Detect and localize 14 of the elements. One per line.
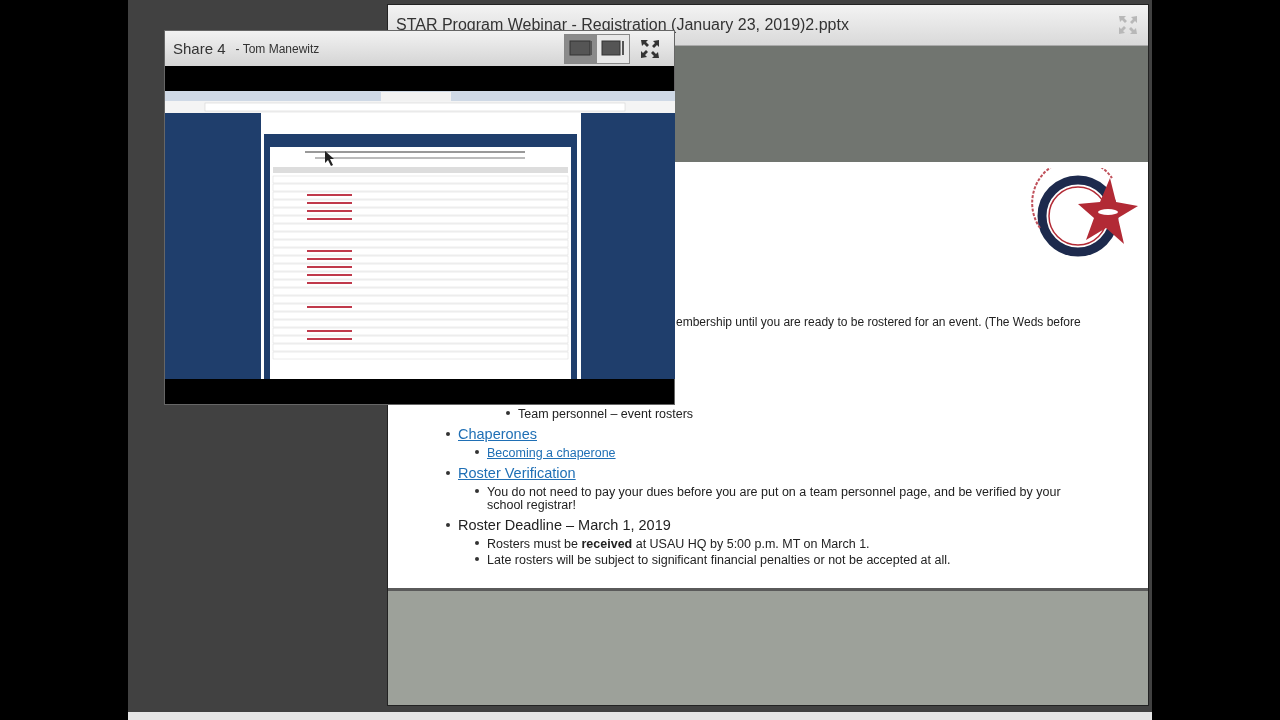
slide-link[interactable]: Chaperones bbox=[458, 425, 537, 444]
slide-text: embership until you are ready to be rostered for an event. (The Weds before bbox=[676, 314, 1082, 330]
fullscreen-icon[interactable] bbox=[640, 38, 660, 59]
slide-text: Rosters must be received at USAU HQ by 5:00 p.m. MT on March 1. bbox=[487, 538, 870, 551]
slide-link[interactable]: Becoming a chaperone bbox=[487, 447, 616, 460]
presenter-name: - Tom Manewitz bbox=[235, 41, 321, 56]
slide-heading: Roster Deadline – March 1, 2019 bbox=[458, 516, 671, 535]
slide-text: Late rosters will be subject to significant financial penalties or not be accepted at all. bbox=[487, 554, 951, 567]
window-title: STAR Program Webinar - Registration (January 23, 2019)2.pptx bbox=[396, 16, 850, 34]
slide-text: You do not need to pay your dues before you are put on a team personnel page, and be verified by your school registrar! bbox=[487, 486, 1062, 512]
slide-text: Team personnel – event rosters bbox=[518, 408, 694, 421]
slide-link[interactable]: Roster Verification bbox=[458, 464, 576, 483]
view-mode-button[interactable] bbox=[597, 34, 629, 63]
share-title: Share 4 bbox=[173, 40, 226, 57]
